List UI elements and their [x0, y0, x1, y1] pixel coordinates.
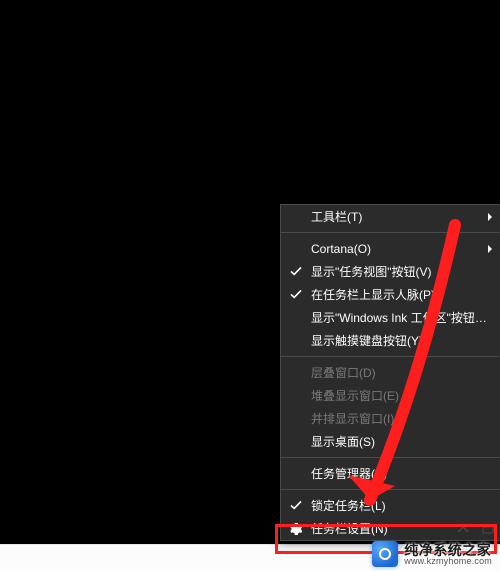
tray-up-icon	[456, 523, 470, 537]
menu-show-desktop-label: 显示桌面(S)	[311, 433, 490, 450]
menu-separator	[281, 356, 500, 357]
tray-battery-icon	[482, 523, 496, 537]
menu-separator	[281, 489, 500, 490]
check-icon	[290, 288, 302, 300]
gear-icon	[289, 522, 302, 535]
menu-stacked-windows[interactable]: 堆叠显示窗口(E)	[281, 384, 500, 407]
menu-show-task-view[interactable]: 显示"任务视图"按钮(V)	[281, 260, 500, 283]
check-icon	[290, 499, 302, 511]
menu-separator	[281, 457, 500, 458]
menu-task-manager[interactable]: 任务管理器(K)	[281, 462, 500, 485]
menu-separator	[281, 232, 500, 233]
menu-cascade-windows[interactable]: 层叠窗口(D)	[281, 361, 500, 384]
menu-show-task-view-label: 显示"任务视图"按钮(V)	[311, 263, 490, 280]
screenshot-root: 工具栏(T) Cortana(O) 显示"任务视图"按钮(V) 在任务栏上显示人…	[0, 0, 500, 571]
menu-sidebyside-windows-label: 并排显示窗口(I)	[311, 410, 490, 427]
chevron-right-icon	[486, 213, 494, 221]
menu-task-manager-label: 任务管理器(K)	[311, 465, 490, 482]
menu-cascade-windows-label: 层叠窗口(D)	[311, 364, 490, 381]
chevron-right-icon	[486, 245, 494, 253]
taskbar-context-menu: 工具栏(T) Cortana(O) 显示"任务视图"按钮(V) 在任务栏上显示人…	[280, 204, 500, 541]
menu-show-desktop[interactable]: 显示桌面(S)	[281, 430, 500, 453]
taskbar[interactable]	[0, 544, 500, 571]
menu-lock-taskbar[interactable]: 锁定任务栏(L)	[281, 494, 500, 517]
menu-cortana[interactable]: Cortana(O)	[281, 237, 500, 260]
menu-toolbars-label: 工具栏(T)	[311, 208, 490, 225]
menu-cortana-label: Cortana(O)	[311, 242, 490, 256]
menu-show-touch-keyboard[interactable]: 显示触摸键盘按钮(Y)	[281, 329, 500, 352]
menu-show-touch-keyboard-label: 显示触摸键盘按钮(Y)	[311, 332, 490, 349]
menu-show-ink-workspace[interactable]: 显示"Windows Ink 工作区"按钮(W)	[281, 306, 500, 329]
check-icon	[290, 265, 302, 277]
menu-show-ink-workspace-label: 显示"Windows Ink 工作区"按钮(W)	[311, 309, 490, 326]
menu-show-people-label: 在任务栏上显示人脉(P)	[311, 286, 490, 303]
menu-show-people[interactable]: 在任务栏上显示人脉(P)	[281, 283, 500, 306]
menu-toolbars[interactable]: 工具栏(T)	[281, 205, 500, 228]
menu-stacked-windows-label: 堆叠显示窗口(E)	[311, 387, 490, 404]
menu-sidebyside-windows[interactable]: 并排显示窗口(I)	[281, 407, 500, 430]
menu-lock-taskbar-label: 锁定任务栏(L)	[311, 497, 490, 514]
system-tray	[456, 523, 496, 537]
